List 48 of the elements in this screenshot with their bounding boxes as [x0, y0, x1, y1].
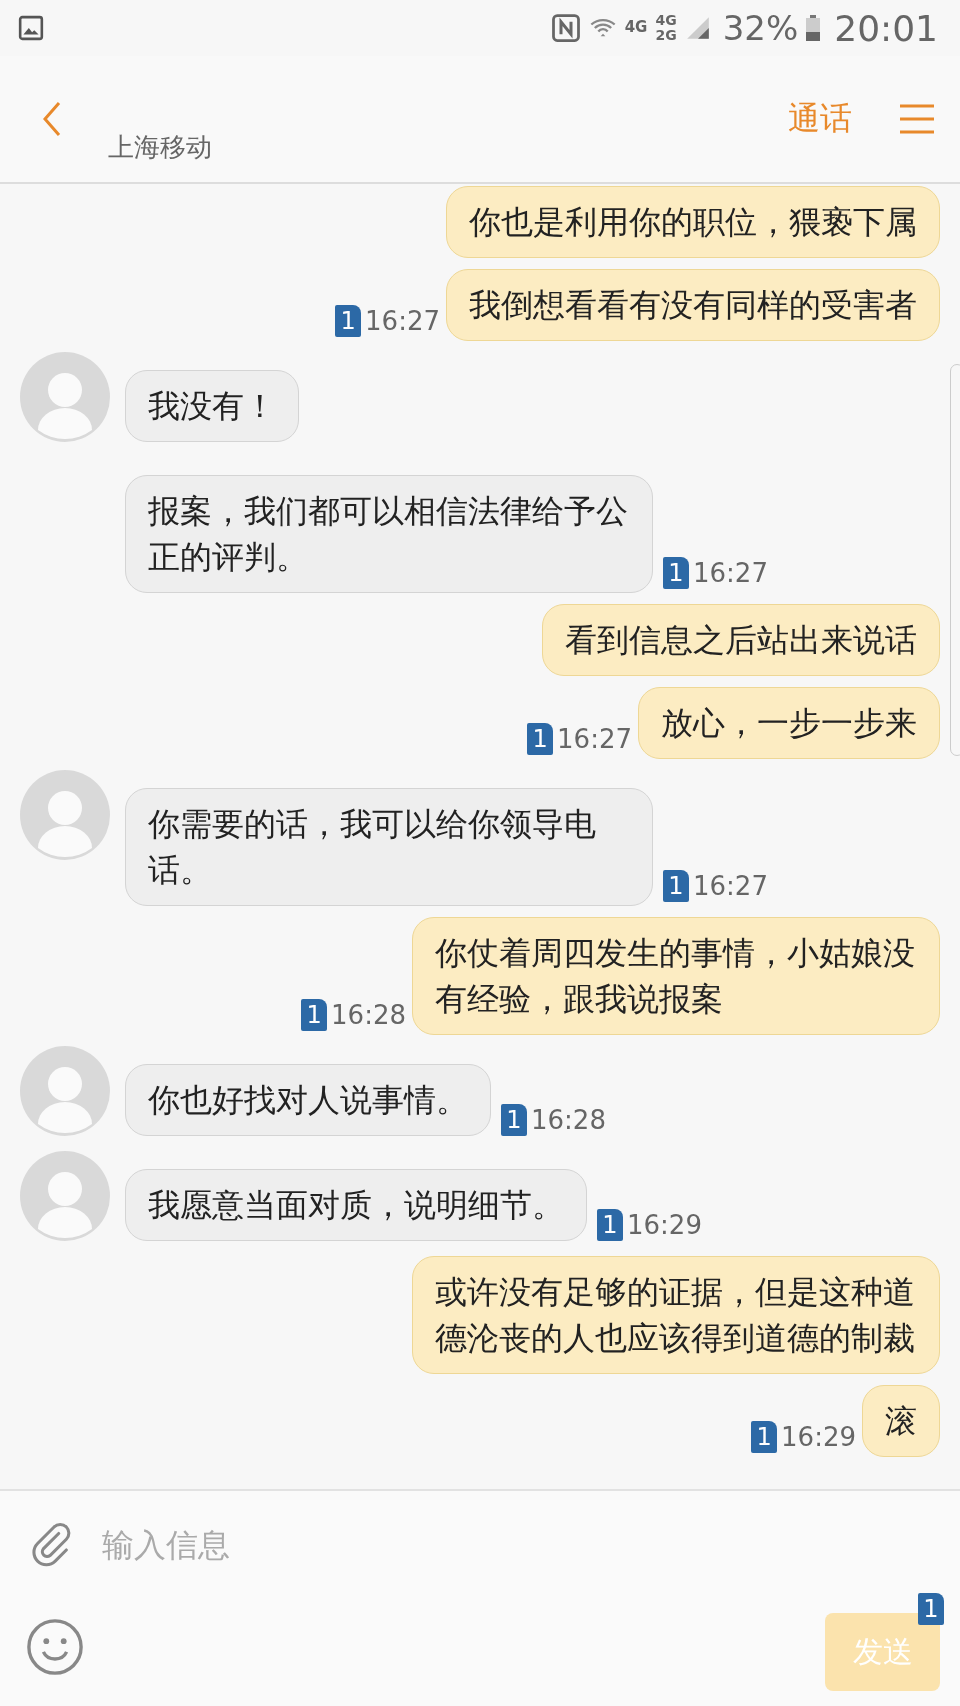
network-label: 4G [624, 17, 648, 36]
smiley-icon[interactable] [26, 1618, 84, 1676]
message-time: 16:28 [531, 1105, 606, 1135]
message-input[interactable]: 输入信息 [100, 1525, 936, 1565]
battery-icon [806, 15, 821, 41]
contact-carrier: 上海移动 [108, 130, 212, 164]
sim-badge: 1 [597, 1209, 623, 1241]
avatar-icon [20, 770, 110, 860]
message-bubble: 你需要的话，我可以给你领导电话。 [125, 788, 653, 906]
sim-badge: 1 [663, 557, 689, 589]
message-time: 16:27 [365, 306, 440, 336]
battery-percent: 32% [722, 8, 799, 48]
message-time: 16:27 [693, 558, 768, 588]
message-bubble: 你仗着周四发生的事情，小姑娘没有经验，跟我说报案 [412, 917, 940, 1035]
message-time: 16:29 [627, 1210, 702, 1240]
message-bubble: 你也好找对人说事情。 [125, 1064, 491, 1136]
sim-badge: 1 [501, 1104, 527, 1136]
sim-badge: 1 [663, 870, 689, 902]
message-time: 16:29 [781, 1422, 856, 1452]
avatar-icon [20, 352, 110, 442]
network-label: 2G [655, 28, 677, 43]
call-button[interactable]: 通话 [784, 93, 856, 145]
message-time: 16:28 [331, 1000, 406, 1030]
signal-icon [684, 15, 711, 41]
sim-badge: 1 [918, 1593, 944, 1625]
menu-icon[interactable] [900, 104, 934, 134]
message-bubble: 滚 [862, 1385, 940, 1457]
message-bubble: 或许没有足够的证据，但是这种道德沦丧的人也应该得到道德的制裁 [412, 1256, 940, 1374]
sim-badge: 1 [527, 723, 554, 755]
network-label: 4G [655, 13, 677, 28]
message-time: 16:27 [557, 724, 632, 754]
sim-badge: 1 [751, 1421, 778, 1453]
sim-badge: 1 [301, 999, 328, 1031]
sim-badge: 1 [335, 305, 362, 337]
back-icon[interactable] [42, 101, 62, 137]
message-bubble: 看到信息之后站出来说话 [542, 604, 940, 676]
avatar-icon [20, 1046, 110, 1136]
message-bubble: 你也是利用你的职位，猥亵下属 [446, 186, 940, 258]
message-bubble: 我没有！ [125, 370, 299, 442]
message-bubble: 我倒想看看有没有同样的受害者 [446, 269, 940, 341]
clock: 20:01 [834, 7, 938, 49]
message-bubble: 放心，一步一步来 [638, 687, 940, 759]
nfc-icon [550, 13, 581, 43]
image-icon [18, 15, 44, 41]
message-time: 16:27 [693, 871, 768, 901]
avatar-icon [20, 1151, 110, 1241]
message-bubble: 我愿意当面对质，说明细节。 [125, 1169, 587, 1241]
message-bubble: 报案，我们都可以相信法律给予公正的评判。 [125, 475, 653, 593]
